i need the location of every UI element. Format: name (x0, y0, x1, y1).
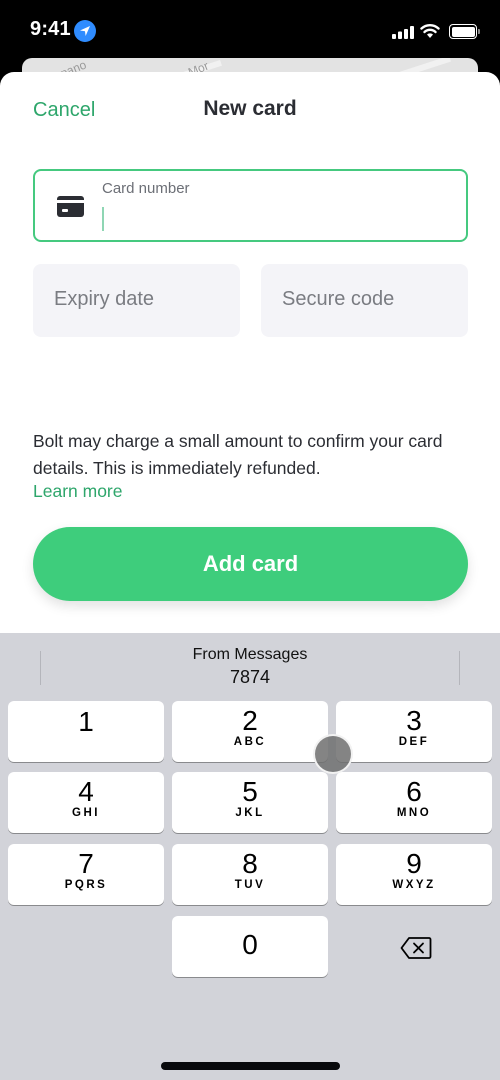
key-number: 4 (78, 776, 94, 807)
key-number: 6 (406, 776, 422, 807)
key-0[interactable]: 0 (172, 916, 328, 977)
key-5[interactable]: 5 JKL (172, 772, 328, 833)
card-number-input[interactable] (100, 203, 440, 231)
secure-code-field[interactable]: Secure code (261, 264, 468, 337)
key-number: 7 (78, 848, 94, 879)
key-6[interactable]: 6 MNO (336, 772, 492, 833)
credit-card-icon (57, 196, 84, 217)
battery-icon (449, 24, 480, 39)
key-letters: GHI (72, 807, 100, 819)
add-card-button[interactable]: Add card (33, 527, 468, 601)
numeric-keyboard: From Messages 7874 1 2 ABC 3 DEF 4 GHI 5… (0, 633, 500, 1080)
touch-indicator (313, 734, 353, 774)
text-cursor (102, 207, 104, 231)
key-letters: MNO (396, 807, 432, 819)
secure-code-placeholder: Secure code (282, 288, 395, 310)
expiry-date-field[interactable]: Expiry date (33, 264, 240, 337)
location-arrow-icon (74, 20, 96, 42)
key-7[interactable]: 7 PQRS (8, 844, 164, 905)
key-letters: PQRS (64, 879, 108, 891)
key-number: 3 (406, 705, 422, 736)
key-number: 5 (242, 776, 258, 807)
key-letters: JKL (235, 807, 265, 819)
charge-info-text: Bolt may charge a small amount to confir… (33, 431, 443, 478)
key-2[interactable]: 2 ABC (172, 701, 328, 762)
key-1[interactable]: 1 (8, 701, 164, 762)
suggestion-code: 7874 (229, 667, 271, 687)
backspace-icon (400, 937, 432, 959)
key-number: 1 (78, 706, 94, 737)
sheet-title: New card (203, 97, 297, 120)
wifi-icon (420, 24, 440, 38)
key-number: 2 (242, 705, 258, 736)
key-4[interactable]: 4 GHI (8, 772, 164, 833)
key-8[interactable]: 8 TUV (172, 844, 328, 905)
key-letters: TUV (234, 879, 266, 891)
learn-more-link[interactable]: Learn more (33, 481, 123, 502)
home-indicator[interactable] (161, 1062, 340, 1070)
key-letters: DEF (398, 736, 430, 748)
new-card-sheet: Cancel New card Card number Expiry date … (0, 72, 500, 634)
otp-suggestion[interactable]: From Messages 7874 (0, 645, 500, 689)
key-letters: WXYZ (392, 879, 436, 891)
card-number-field[interactable]: Card number (33, 169, 468, 242)
key-letters: ABC (233, 736, 267, 748)
expiry-date-placeholder: Expiry date (54, 288, 155, 310)
delete-key[interactable] (336, 918, 492, 979)
key-number: 9 (406, 848, 422, 879)
key-9[interactable]: 9 WXYZ (336, 844, 492, 905)
card-number-label: Card number (102, 180, 190, 197)
key-number: 8 (242, 848, 258, 879)
cellular-signal-icon (392, 26, 414, 39)
key-3[interactable]: 3 DEF (336, 701, 492, 762)
suggestion-source: From Messages (192, 646, 308, 663)
status-bar: 9:41 (0, 0, 500, 62)
status-time: 9:41 (30, 18, 71, 40)
key-number: 0 (242, 929, 258, 960)
